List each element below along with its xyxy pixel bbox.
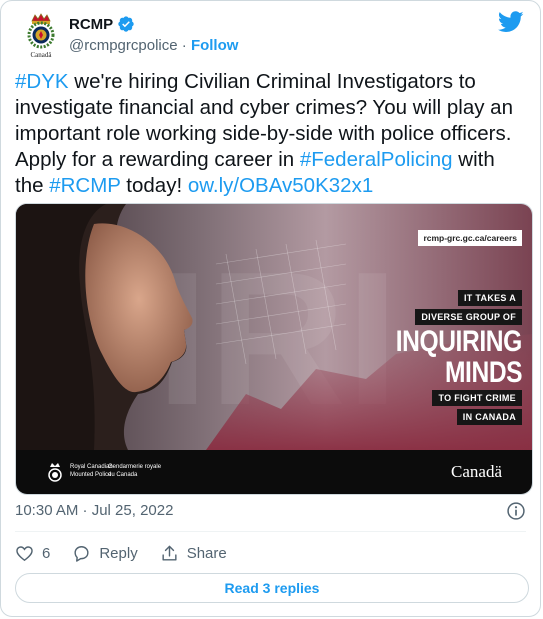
poster-headline: IT TAKES A DIVERSE GROUP OF INQUIRING MI…: [368, 290, 522, 425]
divider: [15, 531, 526, 532]
info-icon[interactable]: [506, 501, 526, 521]
url-link[interactable]: ow.ly/OBAv50K32x1: [188, 174, 373, 197]
author-handle[interactable]: @rcmpgrcpolice: [69, 37, 178, 54]
gov-en-line1: Royal Canadian: [70, 464, 113, 470]
gov-name-en: Royal Canadian Mounted Police: [70, 464, 113, 479]
reply-button[interactable]: Reply: [72, 544, 138, 563]
hashtag-link[interactable]: #FederalPolicing: [300, 148, 453, 171]
reply-label: Reply: [99, 544, 138, 562]
tweet-header: Canadä RCMP @rcmpgrcpolice · Follow: [17, 11, 524, 59]
canada-wordmark: Canadä: [451, 462, 502, 481]
tweet-image[interactable]: IRI rcmp-grc.gc.ca/careers IT TAKES A DI…: [15, 203, 533, 495]
share-icon: [162, 545, 177, 561]
tweet-card: Canadä RCMP @rcmpgrcpolice · Follow #DYK…: [0, 0, 541, 617]
action-bar: 6 Reply Share: [15, 542, 249, 564]
heart-icon: [16, 545, 33, 561]
tweet-timestamp[interactable]: 10:30 AM · Jul 25, 2022: [15, 502, 173, 519]
hashtag-link[interactable]: #DYK: [15, 70, 69, 93]
poster-url-label: rcmp-grc.gc.ca/careers: [418, 230, 522, 246]
gov-fr-line2: du Canada: [108, 471, 138, 478]
gov-name-fr: Gendarmerie royale du Canada: [108, 464, 161, 479]
poster-footer: Royal Canadian Mounted Police Gendarmeri…: [16, 450, 532, 494]
name-row: RCMP: [69, 15, 135, 33]
hashtag-link[interactable]: #RCMP: [49, 174, 120, 197]
poster-line-4: IN CANADA: [456, 409, 522, 425]
separator-dot: ·: [181, 37, 187, 54]
tweet-text-segment: today!: [120, 174, 188, 197]
gov-fr-line1: Gendarmerie royale: [108, 464, 162, 470]
like-button[interactable]: 6: [15, 544, 50, 563]
twitter-bird-icon[interactable]: [498, 11, 524, 33]
handle-row: @rcmpgrcpolice · Follow: [69, 37, 238, 54]
follow-button[interactable]: Follow: [191, 37, 239, 54]
author-name[interactable]: RCMP: [69, 16, 113, 33]
poster-line-1: IT TAKES A: [458, 290, 522, 306]
poster-line-3: TO FIGHT CRIME: [432, 390, 522, 406]
tweet-text: #DYK we're hiring Civilian Criminal Inve…: [15, 69, 527, 199]
share-button[interactable]: Share: [160, 544, 227, 563]
rcmp-crest-icon: [48, 463, 62, 482]
avatar-caption: Canadä: [31, 51, 53, 59]
gov-en-line2: Mounted Police: [70, 471, 112, 478]
like-count: 6: [42, 544, 51, 562]
share-label: Share: [186, 544, 227, 562]
rcmp-crest-avatar[interactable]: Canadä: [17, 11, 65, 59]
reply-bubble-icon: [74, 545, 89, 562]
verified-badge-icon: [118, 16, 134, 32]
poster-line-2: DIVERSE GROUP OF: [415, 309, 522, 325]
poster-big-1: INQUIRING: [395, 325, 523, 358]
read-replies-button[interactable]: Read 3 replies: [15, 573, 529, 603]
poster-big-2: MINDS: [444, 356, 523, 389]
